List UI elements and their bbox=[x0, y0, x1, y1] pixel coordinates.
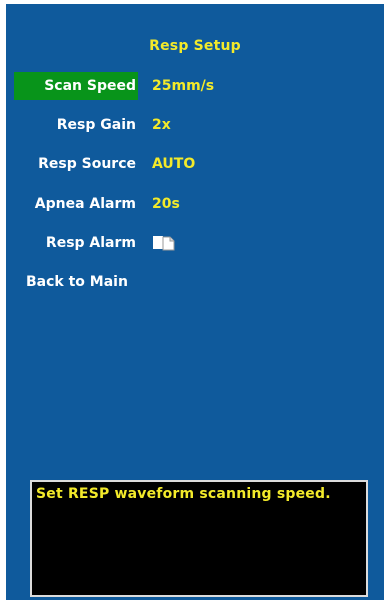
back-to-main-label: Back to Main bbox=[26, 274, 128, 290]
resp-source-value[interactable]: AUTO bbox=[152, 150, 195, 178]
menu-item-scan-speed[interactable]: Scan Speed 25mm/s bbox=[14, 72, 374, 100]
menu-item-apnea-alarm[interactable]: Apnea Alarm 20s bbox=[14, 190, 374, 218]
scan-speed-label: Scan Speed bbox=[14, 72, 138, 100]
resp-gain-label: Resp Gain bbox=[56, 117, 136, 133]
resp-source-label: Resp Source bbox=[38, 156, 136, 172]
resp-setup-panel: Resp Setup Scan Speed 25mm/s Resp Gain 2… bbox=[6, 4, 384, 600]
menu-item-resp-source[interactable]: Resp Source AUTO bbox=[14, 150, 374, 178]
menu-item-resp-gain[interactable]: Resp Gain 2x bbox=[14, 111, 374, 139]
help-text: Set RESP waveform scanning speed. bbox=[36, 486, 331, 502]
help-box: Set RESP waveform scanning speed. bbox=[30, 480, 368, 597]
alarm-off-icon[interactable] bbox=[152, 235, 182, 251]
scan-speed-value[interactable]: 25mm/s bbox=[152, 72, 214, 100]
menu-item-resp-alarm[interactable]: Resp Alarm bbox=[14, 229, 374, 257]
menu-item-back-to-main[interactable]: Back to Main bbox=[14, 268, 374, 296]
apnea-alarm-value[interactable]: 20s bbox=[152, 190, 180, 218]
menu-title: Resp Setup bbox=[149, 38, 241, 54]
resp-alarm-label: Resp Alarm bbox=[45, 235, 136, 251]
resp-gain-value[interactable]: 2x bbox=[152, 111, 171, 139]
apnea-alarm-label: Apnea Alarm bbox=[34, 196, 136, 212]
